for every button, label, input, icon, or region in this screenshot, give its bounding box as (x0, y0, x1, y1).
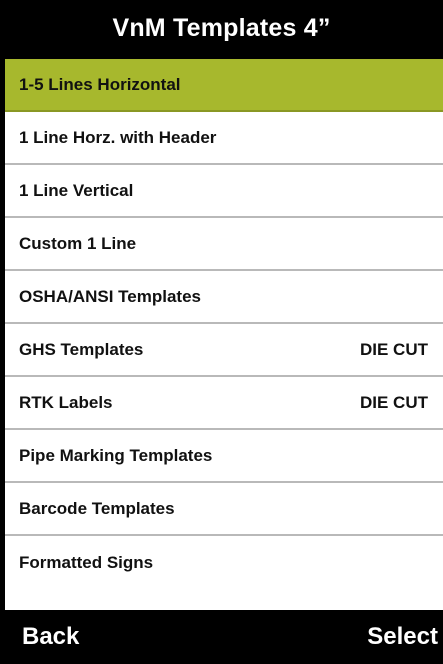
template-menu: 1-5 Lines Horizontal 1 Line Horz. with H… (5, 59, 443, 610)
menu-item-label: Pipe Marking Templates (19, 445, 213, 465)
menu-item-ghs-templates[interactable]: GHS Templates DIE CUT (5, 324, 443, 377)
menu-item-pipe-marking-templates[interactable]: Pipe Marking Templates (5, 430, 443, 483)
menu-item-custom-1-line[interactable]: Custom 1 Line (5, 218, 443, 271)
menu-item-label: Custom 1 Line (19, 233, 137, 253)
die-cut-badge: DIE CUT (360, 392, 428, 412)
screen-title: VnM Templates 4” (0, 0, 443, 57)
menu-item-1-line-vertical[interactable]: 1 Line Vertical (5, 165, 443, 218)
menu-item-label: OSHA/ANSI Templates (19, 286, 202, 306)
menu-item-label: Barcode Templates (19, 498, 175, 518)
menu-item-label: GHS Templates (19, 339, 144, 359)
back-button[interactable]: Back (22, 623, 79, 651)
menu-item-barcode-templates[interactable]: Barcode Templates (5, 483, 443, 536)
menu-item-label: 1-5 Lines Horizontal (19, 74, 181, 94)
menu-item-osha-ansi-templates[interactable]: OSHA/ANSI Templates (5, 271, 443, 324)
menu-item-label: 1 Line Vertical (19, 180, 134, 200)
screen-title-text: VnM Templates 4” (112, 14, 331, 42)
screen: VnM Templates 4” 1-5 Lines Horizontal 1 … (0, 0, 443, 664)
menu-item-label: 1 Line Horz. with Header (19, 127, 217, 147)
menu-item-1-line-horz-with-header[interactable]: 1 Line Horz. with Header (5, 112, 443, 165)
menu-item-1-5-lines-horizontal[interactable]: 1-5 Lines Horizontal (5, 59, 443, 112)
menu-item-label: Formatted Signs (19, 552, 154, 572)
menu-item-label: RTK Labels (19, 392, 113, 412)
menu-item-rtk-labels[interactable]: RTK Labels DIE CUT (5, 377, 443, 430)
select-button[interactable]: Select (367, 623, 438, 651)
die-cut-badge: DIE CUT (360, 339, 428, 359)
menu-item-formatted-signs[interactable]: Formatted Signs (5, 536, 443, 589)
softkey-bar: Back Select (0, 610, 443, 664)
